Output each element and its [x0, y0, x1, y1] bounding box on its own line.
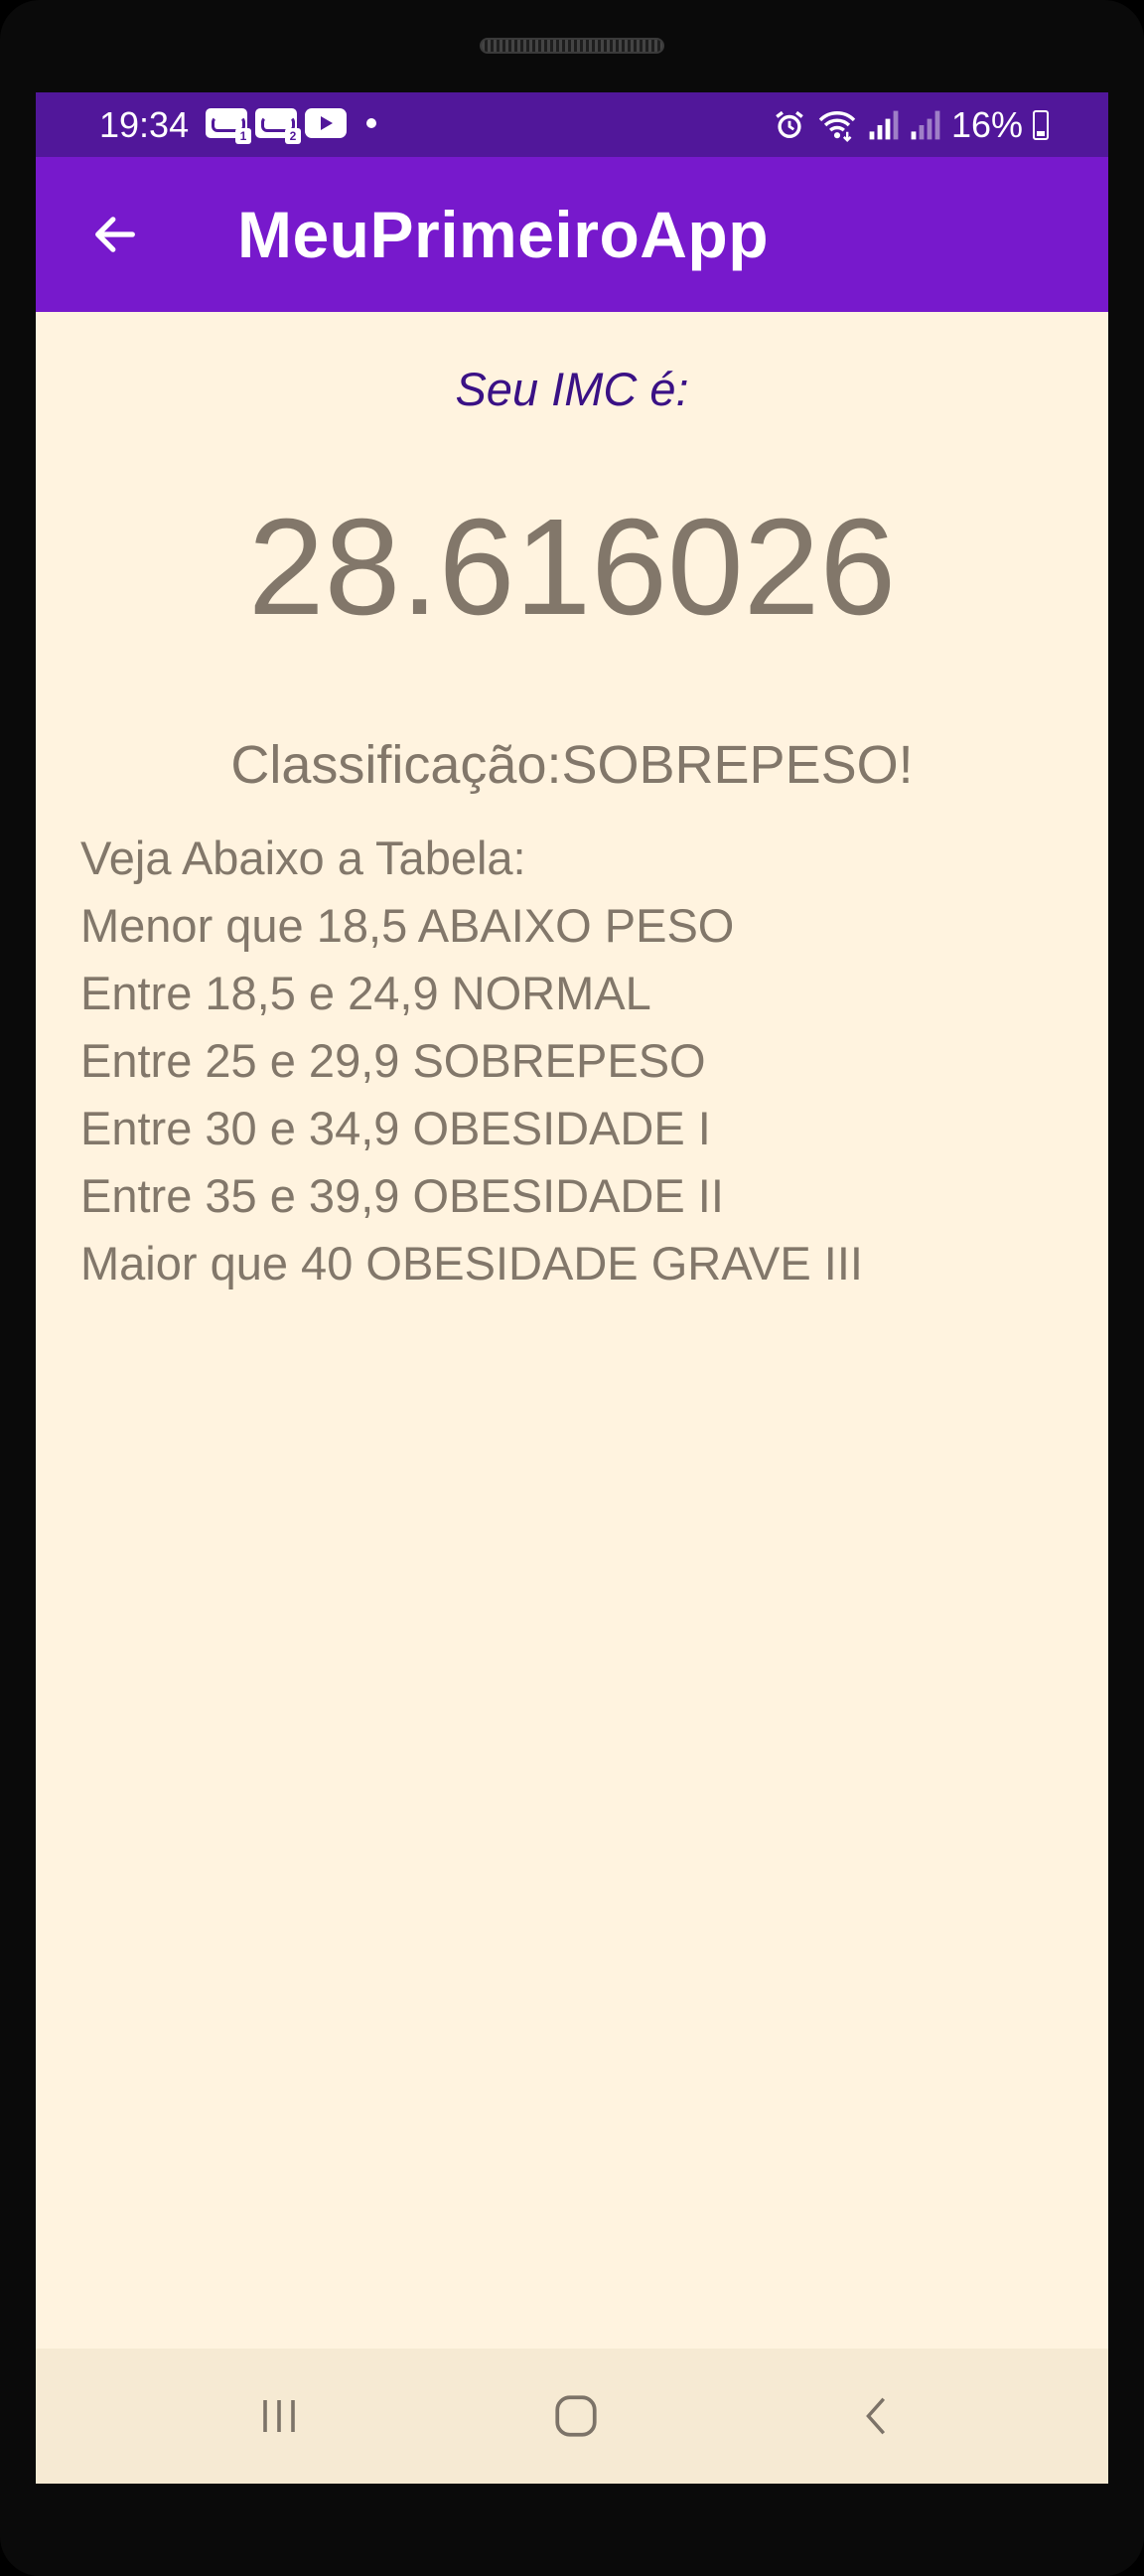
screen: 19:34 1 2 16% MeuPrimeiroApp Seu IMC é: … [36, 92, 1108, 2484]
back-icon [866, 2397, 886, 2435]
notification-icons: 1 2 [206, 108, 376, 144]
table-row: Entre 30 e 34,9 OBESIDADE I [80, 1102, 711, 1154]
table-row: Menor que 18,5 ABAIXO PESO [80, 899, 735, 952]
earpiece-speaker [480, 38, 664, 54]
recents-icon [263, 2400, 295, 2432]
imc-table: Veja Abaixo a Tabela: Menor que 18,5 ABA… [80, 825, 863, 1297]
table-header: Veja Abaixo a Tabela: [80, 832, 526, 884]
voicemail-1-icon: 1 [206, 108, 251, 144]
table-row: Entre 25 e 29,9 SOBREPESO [80, 1034, 706, 1087]
wifi-icon [818, 111, 856, 142]
alarm-icon [776, 110, 803, 139]
signal-1-icon [869, 110, 899, 140]
imc-label: Seu IMC é: [455, 363, 689, 415]
table-row: Entre 18,5 e 24,9 NORMAL [80, 967, 651, 1019]
arrow-back-icon [95, 217, 135, 252]
voicemail-2-icon: 2 [255, 108, 301, 144]
battery-percent: 16% [950, 104, 1023, 145]
home-icon [555, 2395, 597, 2437]
system-back-button[interactable] [838, 2382, 918, 2450]
dot-icon [366, 118, 376, 128]
youtube-icon [305, 108, 347, 138]
status-time: 19:34 [99, 104, 190, 145]
battery-charging-icon [1033, 110, 1049, 140]
imc-value: 28.616026 [247, 491, 897, 644]
back-button[interactable] [83, 203, 147, 266]
home-button[interactable] [536, 2382, 616, 2450]
signal-2-icon [911, 110, 940, 140]
classification-text: Classificação:SOBREPESO! [230, 735, 914, 795]
app-bar: MeuPrimeiroApp [36, 157, 1108, 312]
status-bar: 19:34 1 2 16% [36, 92, 1108, 157]
app-title: MeuPrimeiroApp [237, 198, 770, 271]
table-row: Maior que 40 OBESIDADE GRAVE III [80, 1237, 863, 1289]
navigation-bar [36, 2349, 1108, 2484]
recents-button[interactable] [239, 2382, 319, 2450]
system-icons: 16% [773, 104, 1049, 146]
phone-frame: 19:34 1 2 16% MeuPrimeiroApp Seu IMC é: … [0, 0, 1144, 2576]
table-row: Entre 35 e 39,9 OBESIDADE II [80, 1169, 724, 1222]
